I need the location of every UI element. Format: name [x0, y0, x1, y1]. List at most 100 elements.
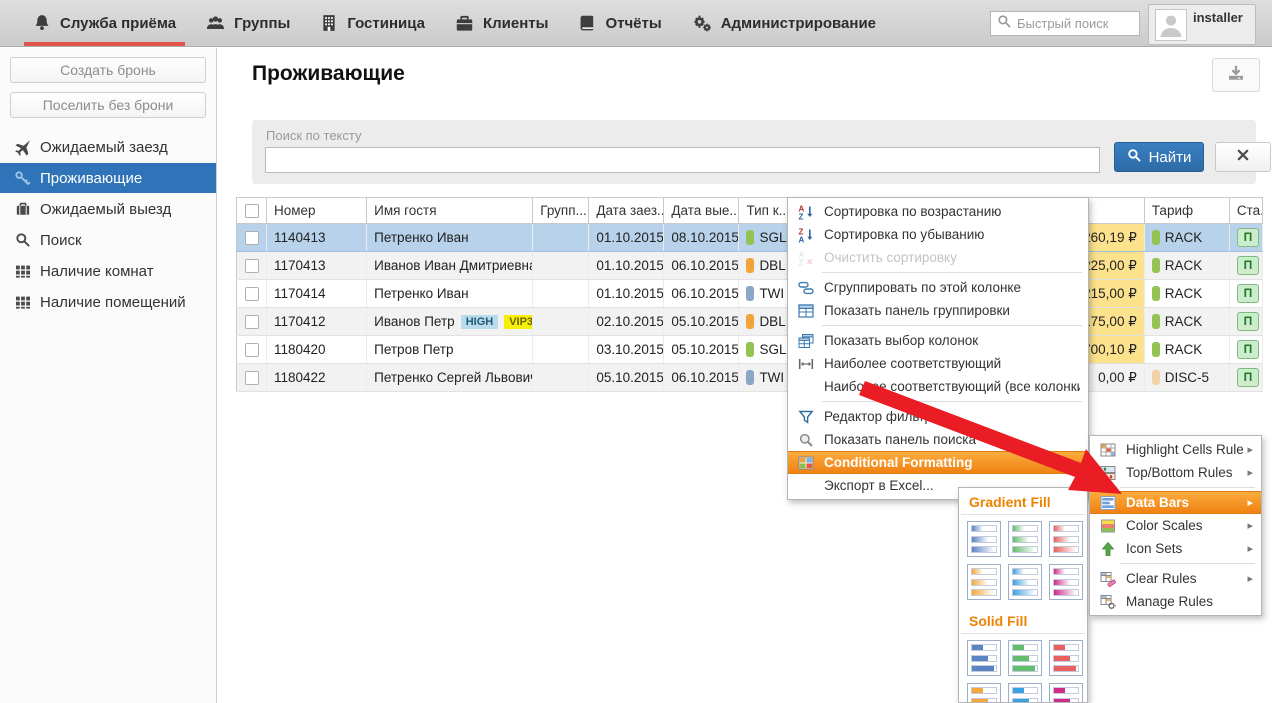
export-button[interactable] — [1212, 58, 1260, 92]
sidebar-button-1[interactable]: Создать бронь — [10, 57, 206, 83]
submenu-item-6[interactable]: Icon Sets▸ — [1090, 537, 1261, 560]
row-checkbox[interactable] — [245, 231, 259, 245]
column-header-11[interactable]: Тариф — [1144, 198, 1229, 224]
context-menu-item-12[interactable]: Редактор фильтров... — [788, 405, 1088, 428]
context-menu-item-13[interactable]: Показать панель поиска — [788, 428, 1088, 451]
context-menu-item-8[interactable]: Показать выбор колонок — [788, 329, 1088, 352]
sidebar-item-3[interactable]: Ожидаемый выезд — [0, 194, 216, 224]
table-row[interactable]: 1180420Петров Петр03.10.201505.10.2015SG… — [237, 336, 1263, 364]
nav-tab-6[interactable]: Администрирование — [677, 0, 891, 46]
text-search-input[interactable] — [265, 147, 1100, 173]
table-row[interactable]: 1170414Петренко Иван01.10.201506.10.2015… — [237, 280, 1263, 308]
departure-date: 06.10.2015 — [664, 280, 739, 308]
gradient-fill-tile-2[interactable] — [1008, 521, 1042, 557]
arrival-date: 03.10.2015 — [589, 336, 664, 364]
menu-separator — [822, 325, 1082, 326]
booking-number[interactable]: 1180422 — [267, 364, 367, 392]
gradient-fill-tile-6[interactable] — [1049, 564, 1083, 600]
booking-number[interactable]: 1170414 — [267, 280, 367, 308]
booking-number[interactable]: 1170412 — [267, 308, 367, 336]
sidebar-item-2[interactable]: Проживающие — [0, 163, 216, 193]
departure-date: 05.10.2015 — [664, 308, 739, 336]
column-header-1[interactable]: Номер — [267, 198, 367, 224]
column-header-3[interactable]: Групп... — [533, 198, 589, 224]
row-checkbox[interactable] — [245, 343, 259, 357]
guest-name[interactable]: Иванов ПетрHIGHVIP3 — [367, 308, 533, 336]
submenu-item-5[interactable]: Color Scales▸ — [1090, 514, 1261, 537]
sidebar-button-2[interactable]: Поселить без брони — [10, 92, 206, 118]
submenu-arrow-icon: ▸ — [1243, 496, 1253, 509]
context-menu-item-1[interactable]: AZСортировка по возрастанию — [788, 200, 1088, 223]
gradient-fill-tile-4[interactable] — [967, 564, 1001, 600]
column-header-12[interactable]: Ста... — [1229, 198, 1262, 224]
solid-fill-tile-4[interactable] — [967, 683, 1001, 703]
booking-number[interactable]: 1180420 — [267, 336, 367, 364]
submenu-item-9[interactable]: Manage Rules — [1090, 590, 1261, 613]
solid-fill-tile-1[interactable] — [967, 640, 1001, 676]
solid-fill-tile-5[interactable] — [1008, 683, 1042, 703]
sidebar-item-6[interactable]: Наличие помещений — [0, 287, 216, 317]
select-all-checkbox[interactable] — [245, 204, 259, 218]
nav-tab-1[interactable]: Служба приёма — [18, 0, 191, 46]
quick-search-input[interactable] — [1017, 16, 1127, 31]
nav-tab-3[interactable]: Гостиница — [305, 0, 440, 46]
guest-name[interactable]: Петренко Сергей Львович — [367, 364, 533, 392]
context-menu-item-10[interactable]: Наиболее соответствующий (все колонки) — [788, 375, 1088, 398]
column-header-checkbox[interactable] — [237, 198, 267, 224]
data-bar — [1053, 655, 1079, 662]
nav-tab-5[interactable]: Отчёты — [563, 0, 676, 46]
table-row[interactable]: 1180422Петренко Сергей Львович05.10.2015… — [237, 364, 1263, 392]
table-row[interactable]: 1170412Иванов ПетрHIGHVIP302.10.201505.1… — [237, 308, 1263, 336]
group-panel-icon — [794, 303, 818, 319]
gradient-fill-tile-3[interactable] — [1049, 521, 1083, 557]
icon-sets-icon — [1096, 541, 1120, 557]
column-header-5[interactable]: Дата вые... — [664, 198, 739, 224]
context-menu-item-3[interactable]: AZОчистить сортировку — [788, 246, 1088, 269]
nav-tab-2[interactable]: Группы — [191, 0, 305, 46]
nav-tab-4[interactable]: Клиенты — [440, 0, 563, 46]
find-button[interactable]: Найти — [1114, 142, 1204, 172]
solid-fill-tile-2[interactable] — [1008, 640, 1042, 676]
svg-text:Z: Z — [799, 258, 804, 266]
submenu-item-2[interactable]: Top/Bottom Rules▸ — [1090, 461, 1261, 484]
guest-name[interactable]: Петров Петр — [367, 336, 533, 364]
column-header-4[interactable]: Дата заез... — [589, 198, 664, 224]
sidebar-item-5[interactable]: Наличие комнат — [0, 256, 216, 286]
tariff-color-pill — [1152, 230, 1160, 245]
sort-clear-icon: AZ — [794, 250, 818, 266]
user-panel[interactable]: installer — [1148, 4, 1256, 45]
context-menu-item-2[interactable]: ZAСортировка по убыванию — [788, 223, 1088, 246]
guest-name[interactable]: Иванов Иван Дмитриевна — [367, 252, 533, 280]
submenu-item-1[interactable]: Highlight Cells Rules▸ — [1090, 438, 1261, 461]
menu-item-label: Сортировка по возрастанию — [818, 204, 1080, 219]
solid-fill-tile-3[interactable] — [1049, 640, 1083, 676]
solid-fill-section-label: Solid Fill — [959, 607, 1087, 633]
row-checkbox[interactable] — [245, 259, 259, 273]
context-menu-item-14[interactable]: Conditional Formatting▸ — [788, 451, 1088, 474]
quick-search-box[interactable] — [990, 11, 1140, 36]
submenu-item-4[interactable]: Data Bars▸ — [1090, 491, 1261, 514]
column-header-2[interactable]: Имя гостя — [367, 198, 533, 224]
menu-separator — [1120, 487, 1255, 488]
row-checkbox[interactable] — [245, 315, 259, 329]
gradient-fill-tile-1[interactable] — [967, 521, 1001, 557]
solid-fill-tile-6[interactable] — [1049, 683, 1083, 703]
gradient-fill-tile-5[interactable] — [1008, 564, 1042, 600]
table-row[interactable]: 1170413Иванов Иван Дмитриевна01.10.20150… — [237, 252, 1263, 280]
context-menu-item-5[interactable]: Сгруппировать по этой колонке — [788, 276, 1088, 299]
guest-name[interactable]: Петренко Иван — [367, 224, 533, 252]
table-row[interactable]: 1140413Петренко Иван01.10.201508.10.2015… — [237, 224, 1263, 252]
booking-number[interactable]: 1140413 — [267, 224, 367, 252]
clear-search-button[interactable] — [1215, 142, 1271, 172]
booking-number[interactable]: 1170413 — [267, 252, 367, 280]
data-bar — [1012, 687, 1038, 694]
sidebar-item-1[interactable]: Ожидаемый заезд — [0, 132, 216, 162]
submenu-item-8[interactable]: Clear Rules▸ — [1090, 567, 1261, 590]
context-menu-item-6[interactable]: Показать панель группировки — [788, 299, 1088, 322]
context-menu-item-9[interactable]: Наиболее соответствующий — [788, 352, 1088, 375]
guest-name[interactable]: Петренко Иван — [367, 280, 533, 308]
row-checkbox[interactable] — [245, 287, 259, 301]
sidebar-item-4[interactable]: Поиск — [0, 225, 216, 255]
row-checkbox[interactable] — [245, 371, 259, 385]
nav-tab-label: Гостиница — [347, 15, 425, 32]
